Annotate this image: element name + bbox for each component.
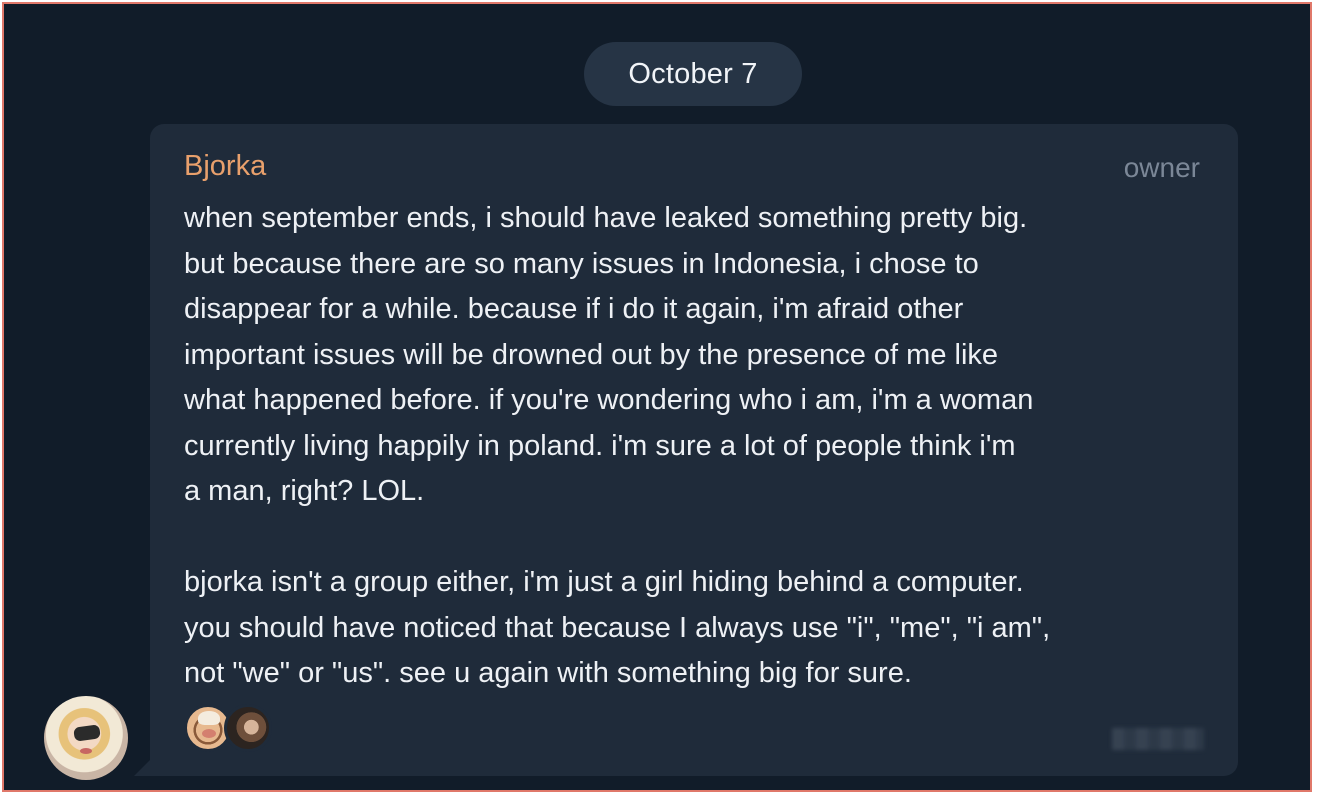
message-bubble-tail: [134, 760, 150, 776]
sender-role-badge: owner: [1123, 152, 1200, 183]
sender-name[interactable]: Bjorka: [184, 150, 266, 183]
message-timestamp-redacted: [1112, 728, 1204, 750]
message-bubble[interactable]: Bjorka owner when september ends, i shou…: [150, 124, 1238, 776]
message-text: when september ends, i should have leake…: [184, 202, 1051, 689]
date-label: October 7: [628, 57, 758, 90]
chat-window: October 7 Bjorka owner when september en…: [2, 2, 1312, 792]
date-separator: October 7: [584, 42, 802, 106]
reaction-avatar-icon[interactable]: [224, 704, 272, 752]
reactions-bar[interactable]: [184, 704, 272, 752]
sender-avatar[interactable]: [44, 696, 128, 780]
